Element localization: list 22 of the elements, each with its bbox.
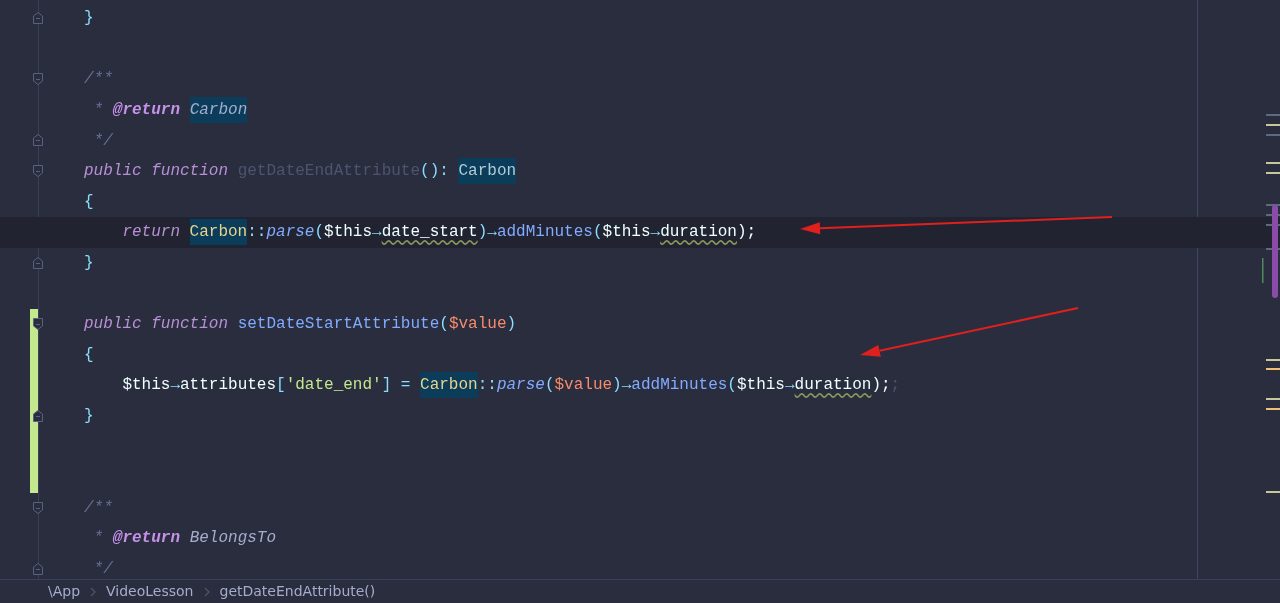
code-line: * @return Carbon	[84, 99, 248, 122]
code-line: {	[84, 344, 94, 366]
breadcrumb-item[interactable]: \App	[48, 581, 81, 602]
chevron-icon	[203, 586, 210, 597]
chevron-icon	[90, 586, 97, 597]
code-line: }	[84, 253, 94, 275]
code-line: }	[84, 406, 94, 427]
fold-icon[interactable]	[33, 409, 43, 422]
code-line: /**	[84, 497, 113, 519]
scrollbar-thumb[interactable]	[1272, 205, 1278, 298]
code-line: * @return BelongsTo	[92, 528, 277, 550]
code-line: $this→attributes['date_end'] = Carbon::parse($value)→addMinutes($this→duration);;	[84, 374, 901, 397]
code-line: }	[84, 8, 94, 30]
fold-icon[interactable]	[33, 317, 43, 330]
code-line: public function setDateStartAttribute($value)	[84, 314, 517, 336]
code-line: {	[84, 191, 94, 213]
breadcrumb-item[interactable]: VideoLesson	[106, 581, 194, 602]
breadcrumb-item[interactable]: getDateEndAttribute()	[219, 581, 376, 602]
code-line: /**	[84, 69, 113, 91]
code-line: */	[92, 559, 113, 579]
code-line: return Carbon::parse($this→date_start)→addMinutes($this→duration);	[84, 221, 757, 244]
code-line: */	[92, 130, 113, 152]
